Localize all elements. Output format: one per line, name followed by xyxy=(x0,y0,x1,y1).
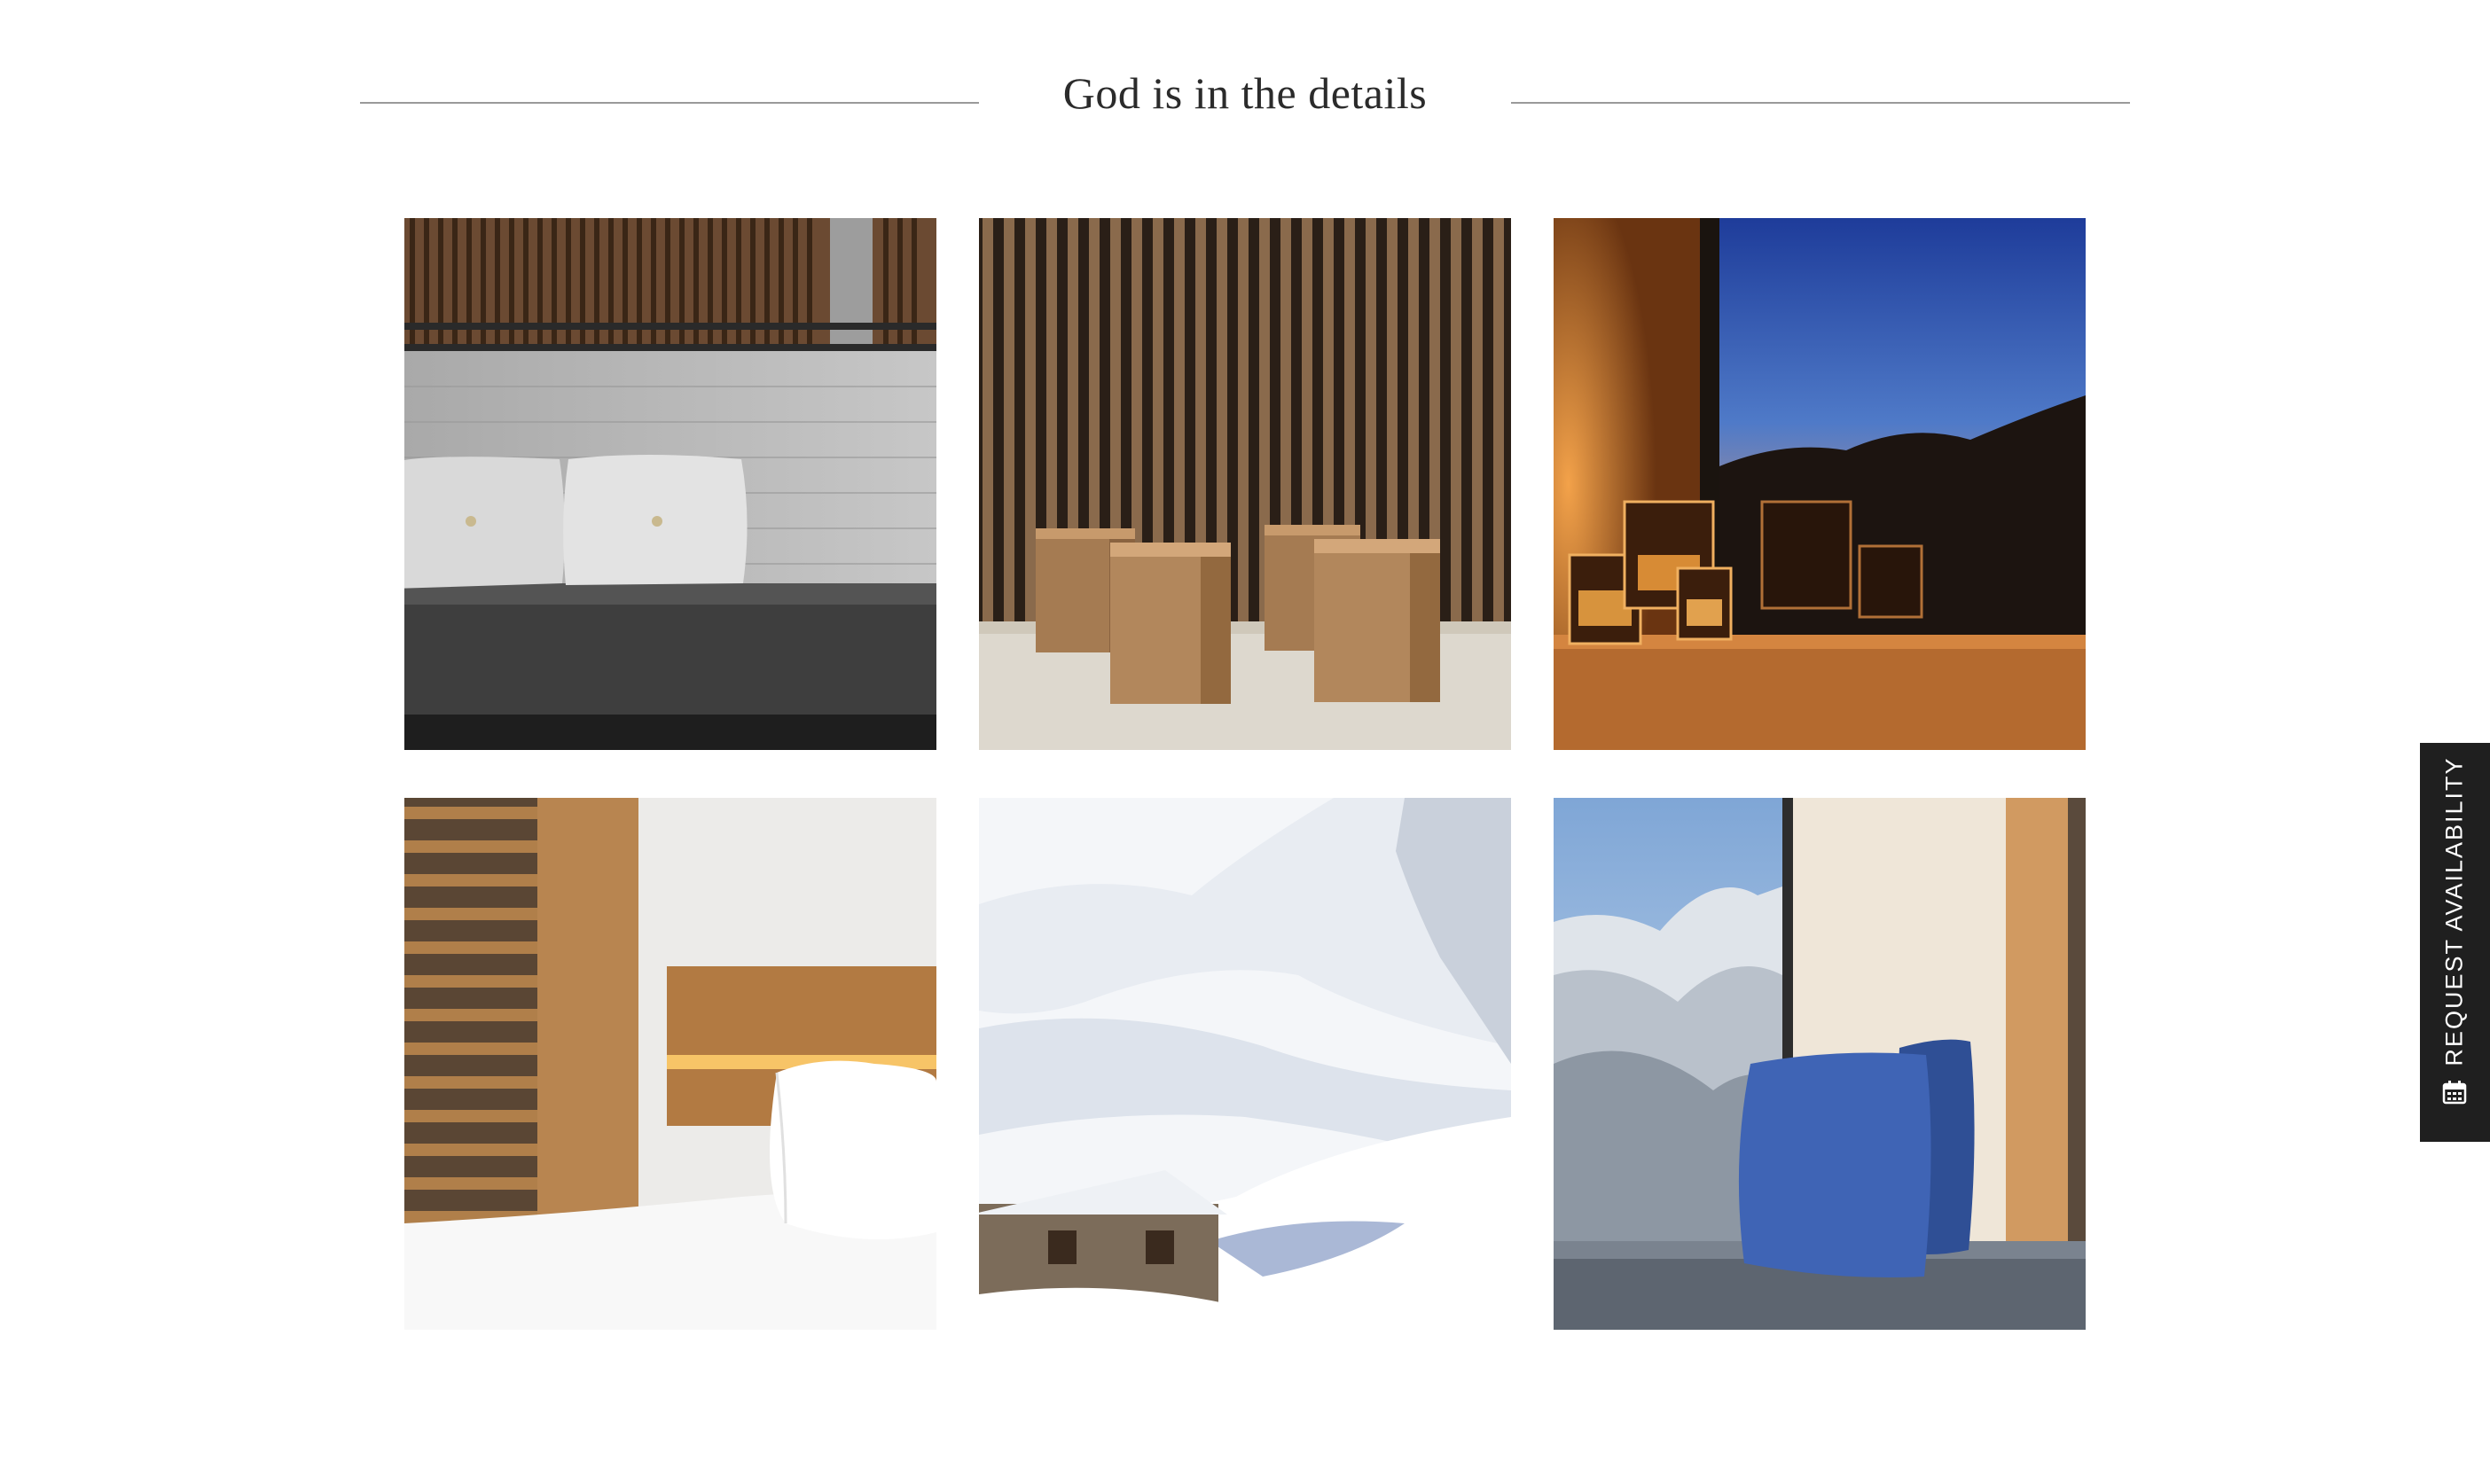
gallery-image-stools[interactable] xyxy=(979,218,1511,750)
bed-photo xyxy=(404,798,936,1330)
gallery-image-lanterns[interactable] xyxy=(1554,218,2086,750)
request-availability-label: REQUEST AVAILABILITY xyxy=(2440,756,2468,1066)
lanterns-photo xyxy=(1554,218,2086,750)
section-header: God is in the details xyxy=(360,62,2130,142)
request-availability-button[interactable]: REQUEST AVAILABILITY xyxy=(2420,743,2490,1142)
gallery-image-mountain-hut[interactable] xyxy=(979,798,1511,1330)
window-seat-photo xyxy=(1554,798,2086,1330)
mountain-hut-photo xyxy=(979,798,1511,1330)
stools-photo xyxy=(979,218,1511,750)
divider-right xyxy=(1511,102,2130,104)
gallery-image-sofa[interactable] xyxy=(404,218,936,750)
gallery-image-window-seat[interactable] xyxy=(1554,798,2086,1330)
section-title: God is in the details xyxy=(1062,68,1428,118)
gallery-image-bed[interactable] xyxy=(404,798,936,1330)
calendar-icon xyxy=(2442,1081,2467,1105)
divider-left xyxy=(360,102,979,104)
sofa-photo xyxy=(404,218,936,750)
